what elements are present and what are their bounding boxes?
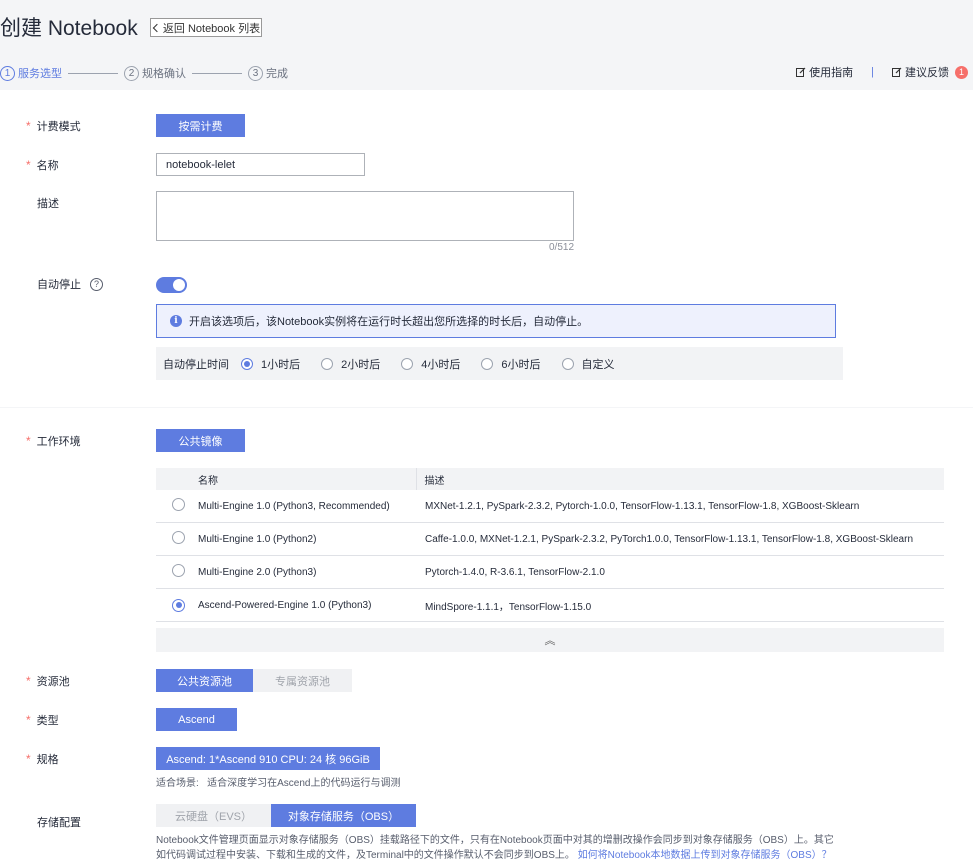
- radio-option-2h[interactable]: 2小时后: [321, 356, 380, 372]
- image-name: Multi-Engine 1.0 (Python2): [198, 522, 416, 556]
- auto-stop-time-label: 自动停止时间: [163, 358, 229, 371]
- name-input[interactable]: [156, 153, 365, 176]
- feedback-badge: 1: [955, 65, 968, 79]
- radio-4h-label: 4小时后: [421, 358, 461, 371]
- image-radio[interactable]: [172, 531, 185, 544]
- page-title: 创建 Notebook: [0, 17, 138, 40]
- storage-hint-line1: Notebook文件管理页面显示对象存储服务（OBS）挂载路径下的文件，只有在N…: [156, 835, 834, 846]
- table-header-name: 名称: [198, 468, 416, 490]
- collapse-table-button[interactable]: ︽: [156, 628, 944, 652]
- edit-icon: [796, 67, 806, 77]
- info-icon: i: [170, 315, 182, 327]
- table-row[interactable]: Multi-Engine 2.0 (Python3) Pytorch-1.4.0…: [156, 555, 944, 589]
- spec-scene: 适合场景: 适合深度学习在Ascend上的代码运行与调测: [156, 774, 400, 789]
- public-pool-button[interactable]: 公共资源池: [156, 669, 253, 692]
- spec-button[interactable]: Ascend: 1*Ascend 910 CPU: 24 核 96GiB: [156, 747, 380, 770]
- radio-custom[interactable]: [561, 357, 574, 370]
- table-row[interactable]: Multi-Engine 1.0 (Python3, Recommended) …: [156, 490, 944, 523]
- step-1: 1 服务选型: [0, 65, 62, 81]
- step-divider: [192, 72, 242, 74]
- storage-evs-button[interactable]: 云硬盘（EVS）: [156, 804, 271, 827]
- feedback-link-label: 建议反馈: [905, 67, 949, 79]
- description-textarea[interactable]: [156, 191, 574, 241]
- radio-option-4h[interactable]: 4小时后: [401, 356, 460, 372]
- step-2: 2 规格确认: [124, 65, 186, 81]
- description-counter: 0/512: [549, 242, 575, 253]
- step-indicator: 1 服务选型 2 规格确认 3 完成: [0, 64, 288, 82]
- radio-1h[interactable]: [241, 357, 253, 370]
- top-links: 使用指南 | 建议反馈 1: [796, 64, 968, 80]
- billing-on-demand-button[interactable]: 按需计费: [156, 114, 245, 137]
- toggle-knob: [173, 279, 185, 291]
- back-button-label: 返回 Notebook 列表: [162, 22, 261, 35]
- image-name: Multi-Engine 2.0 (Python3): [198, 555, 416, 589]
- help-icon[interactable]: ?: [90, 277, 103, 291]
- table-header-select: [156, 468, 198, 490]
- auto-stop-info-text: 开启该选项后，该Notebook实例将在运行时长超出您所选择的时长后，自动停止。: [189, 316, 589, 328]
- obs-upload-help-link[interactable]: 如何将Notebook本地数据上传到对象存储服务（OBS）？: [578, 850, 832, 861]
- step-1-label: 服务选型: [18, 68, 62, 80]
- storage-label: 存储配置: [37, 817, 81, 829]
- radio-custom-label: 自定义: [581, 358, 615, 371]
- storage-hint-line2: 如代码调试过程中安装、下载和生成的文件，及Terminal中的文件操作默认不会同…: [156, 850, 575, 861]
- guide-link-label: 使用指南: [809, 67, 854, 79]
- billing-label: 计费模式: [26, 118, 81, 134]
- spec-label: 规格: [26, 751, 59, 767]
- description-label: 描述: [37, 198, 59, 210]
- auto-stop-info-box: i 开启该选项后，该Notebook实例将在运行时长超出您所选择的时长后，自动停…: [156, 304, 836, 338]
- double-chevron-up-icon: ︽: [544, 635, 556, 647]
- image-radio[interactable]: [172, 564, 185, 577]
- image-desc: Caffe-1.0.0, MXNet-1.2.1, PySpark-2.3.2,…: [416, 522, 944, 556]
- auto-stop-label: 自动停止: [37, 279, 81, 291]
- type-ascend-button[interactable]: Ascend: [156, 708, 237, 731]
- dedicated-pool-button[interactable]: 专属资源池: [253, 669, 352, 692]
- image-table: 名称 描述 Multi-Engine 1.0 (Python3, Recomme…: [156, 468, 944, 622]
- image-radio[interactable]: [172, 498, 185, 511]
- guide-link[interactable]: 使用指南: [796, 64, 853, 80]
- step-3-label: 完成: [266, 68, 288, 80]
- chevron-left-icon: [152, 23, 162, 32]
- image-desc: MindSpore-1.1.1，TensorFlow-1.15.0: [416, 588, 944, 622]
- radio-2h[interactable]: [321, 357, 334, 370]
- image-desc: MXNet-1.2.1, PySpark-2.3.2, Pytorch-1.0.…: [416, 490, 944, 523]
- image-name: Multi-Engine 1.0 (Python3, Recommended): [198, 490, 416, 523]
- name-label: 名称: [26, 157, 59, 173]
- scene-text: 适合深度学习在Ascend上的代码运行与调测: [207, 778, 401, 789]
- feedback-icon: [892, 67, 902, 77]
- image-name: Ascend-Powered-Engine 1.0 (Python3): [198, 588, 416, 622]
- radio-1h-label: 1小时后: [261, 358, 301, 371]
- step-2-label: 规格确认: [142, 68, 186, 80]
- auto-stop-time-row: 自动停止时间 1小时后 2小时后 4小时后 6小时后 自定义: [156, 347, 843, 380]
- pool-label: 资源池: [26, 673, 70, 689]
- step-3-number: 3: [248, 65, 263, 81]
- step-3: 3 完成: [248, 65, 288, 81]
- step-1-number: 1: [0, 65, 15, 81]
- storage-obs-button[interactable]: 对象存储服务（OBS）: [271, 804, 416, 827]
- radio-6h[interactable]: [481, 357, 494, 370]
- radio-option-custom[interactable]: 自定义: [561, 356, 615, 372]
- radio-2h-label: 2小时后: [341, 358, 381, 371]
- step-2-number: 2: [124, 65, 139, 81]
- radio-6h-label: 6小时后: [501, 358, 541, 371]
- public-image-tab[interactable]: 公共镜像: [156, 429, 245, 452]
- auto-stop-label-group: 自动停止 ?: [26, 276, 103, 292]
- step-divider: [68, 72, 118, 74]
- table-header-row: 名称 描述: [156, 468, 944, 490]
- table-row[interactable]: Multi-Engine 1.0 (Python2) Caffe-1.0.0, …: [156, 522, 944, 556]
- table-row[interactable]: Ascend-Powered-Engine 1.0 (Python3) Mind…: [156, 588, 944, 622]
- work-env-label: 工作环境: [26, 433, 81, 449]
- type-label: 类型: [26, 712, 59, 728]
- image-radio-selected[interactable]: [172, 598, 185, 612]
- scene-label: 适合场景:: [156, 778, 199, 789]
- radio-4h[interactable]: [401, 357, 414, 370]
- link-separator: |: [871, 66, 874, 78]
- back-to-list-button[interactable]: 返回 Notebook 列表: [150, 18, 262, 37]
- table-header-desc: 描述: [415, 468, 944, 490]
- radio-option-1h[interactable]: 1小时后: [241, 356, 300, 372]
- auto-stop-toggle[interactable]: [156, 277, 187, 293]
- feedback-link[interactable]: 建议反馈 1: [892, 64, 968, 80]
- image-desc: Pytorch-1.4.0, R-3.6.1, TensorFlow-2.1.0: [416, 555, 944, 589]
- radio-option-6h[interactable]: 6小时后: [481, 356, 541, 372]
- storage-hint-line2-group: 如代码调试过程中安装、下载和生成的文件，及Terminal中的文件操作默认不会同…: [156, 846, 832, 861]
